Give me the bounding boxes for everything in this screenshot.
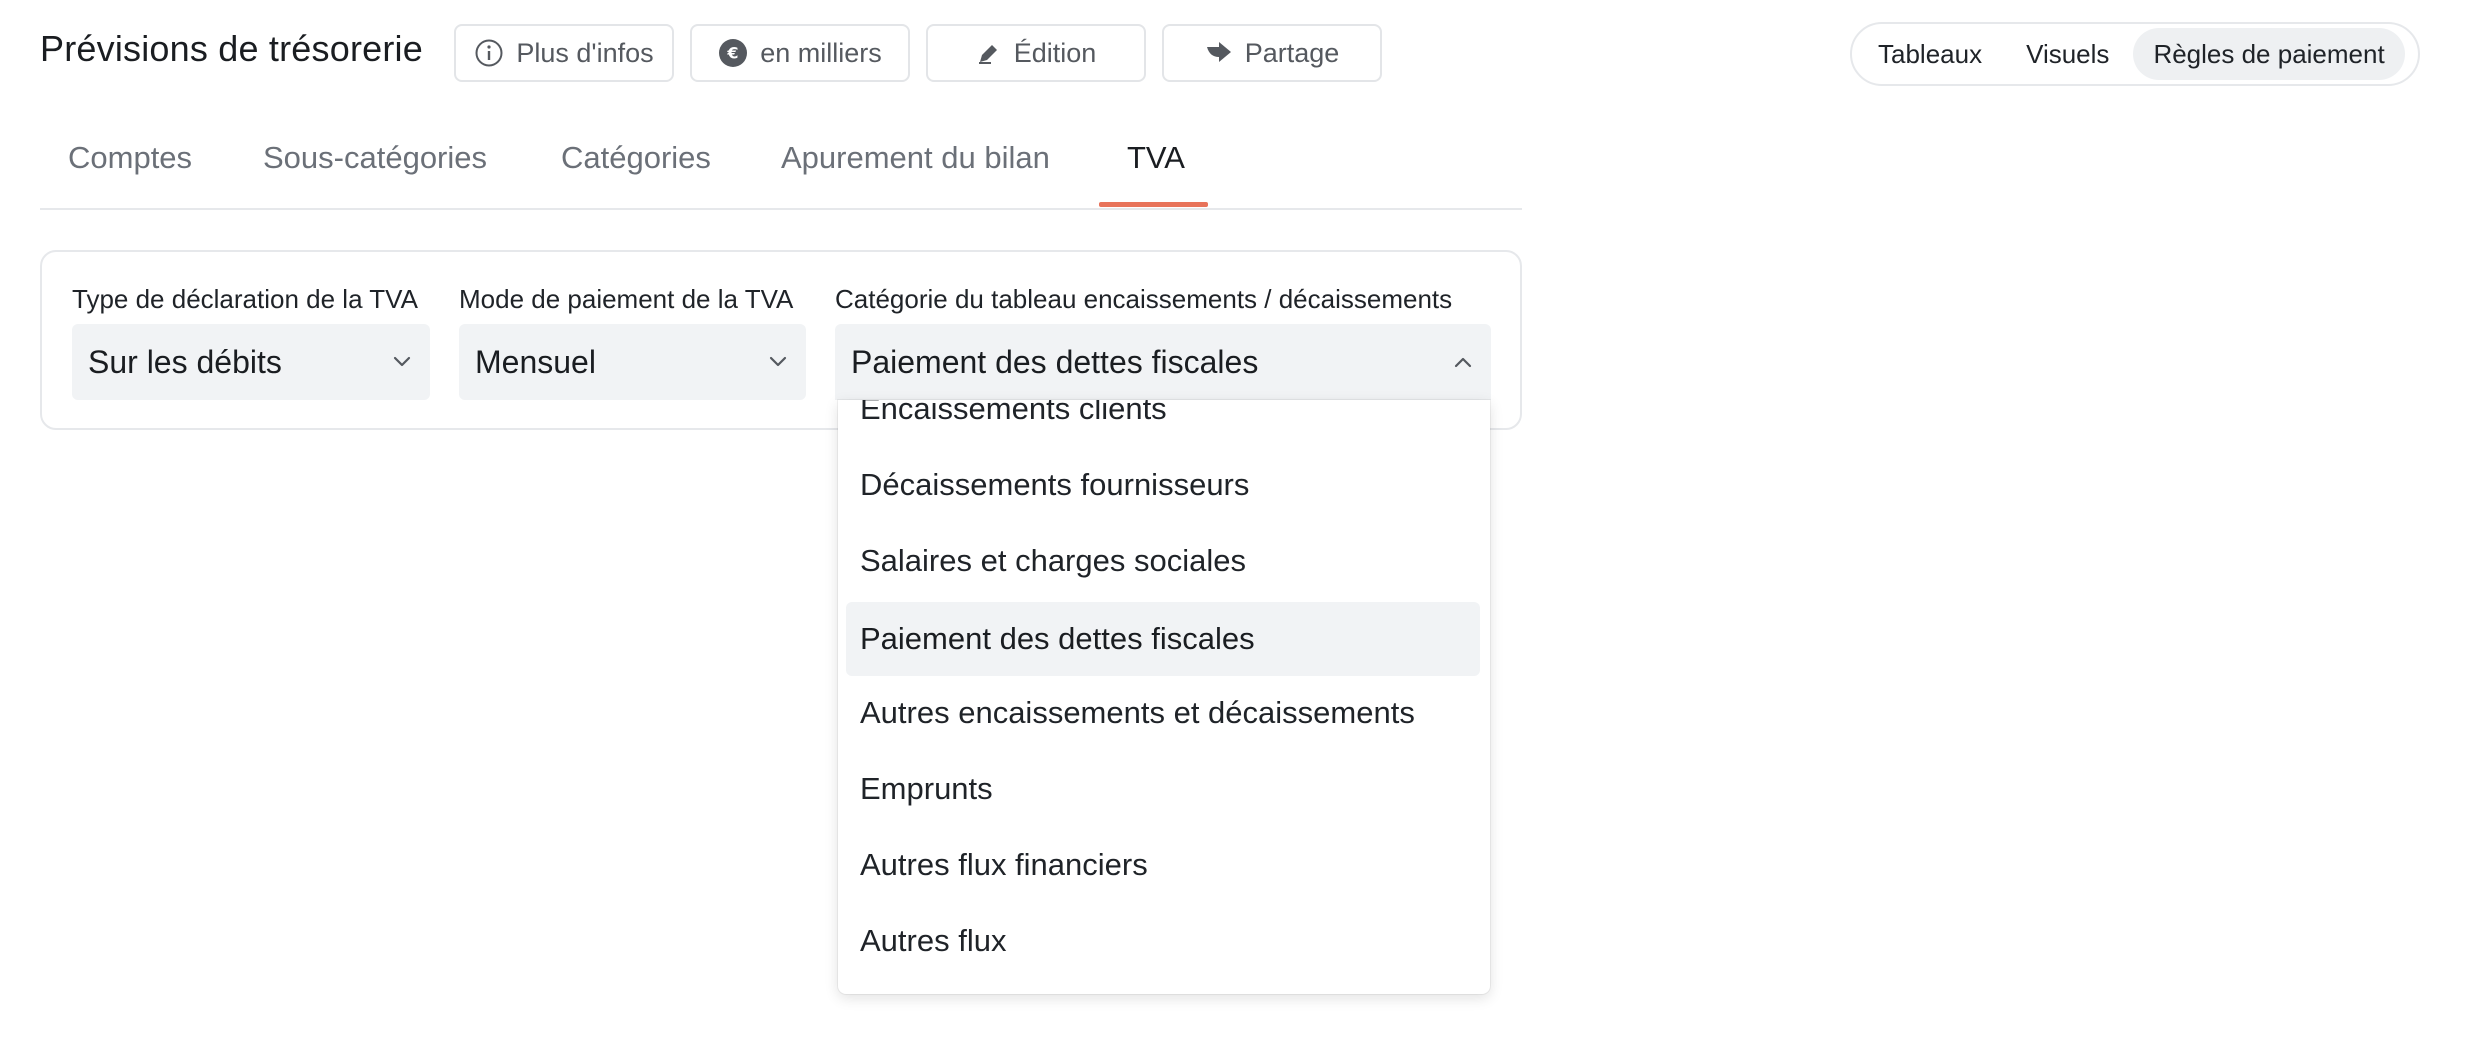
category-label: Catégorie du tableau encaissements / déc… — [835, 284, 1453, 314]
declaration-type-value: Sur les débits — [88, 343, 282, 380]
dropdown-option[interactable]: Emprunts — [846, 752, 1480, 826]
info-button[interactable]: Plus d'infos — [454, 24, 674, 82]
tab-tva[interactable]: TVA — [1127, 140, 1185, 176]
tab-bar: Comptes Sous-catégories Catégories Apure… — [40, 130, 1522, 210]
edit-button-label: Édition — [1013, 37, 1097, 68]
info-button-label: Plus d'infos — [516, 37, 654, 68]
tab-categories[interactable]: Catégories — [561, 140, 711, 176]
page-title: Prévisions de trésorerie — [40, 28, 423, 69]
payment-mode-label: Mode de paiement de la TVA — [459, 284, 794, 314]
dropdown-option[interactable]: Encaissements clients — [846, 400, 1480, 446]
active-tab-indicator — [1099, 202, 1208, 207]
category-value: Paiement des dettes fiscales — [851, 343, 1259, 380]
chevron-up-icon — [1453, 356, 1473, 368]
dropdown-option[interactable]: Autres flux — [846, 904, 1480, 978]
payment-mode-select[interactable]: Mensuel — [459, 324, 806, 400]
view-option-tableaux[interactable]: Tableaux — [1858, 28, 2002, 80]
payment-mode-value: Mensuel — [475, 343, 596, 380]
chevron-down-icon — [768, 356, 788, 368]
pen-icon — [976, 40, 1002, 66]
units-button-label: en milliers — [760, 37, 882, 68]
dropdown-option[interactable]: Autres flux financiers — [846, 828, 1480, 902]
view-option-regles-de-paiement[interactable]: Règles de paiement — [2133, 28, 2405, 80]
units-button[interactable]: € en milliers — [690, 24, 910, 82]
declaration-type-label: Type de déclaration de la TVA — [72, 284, 418, 314]
dropdown-option[interactable]: Autres encaissements et décaissements — [846, 676, 1480, 750]
dropdown-option[interactable]: Salaires et charges sociales — [846, 524, 1480, 598]
share-button[interactable]: Partage — [1162, 24, 1382, 82]
tab-sous-categories[interactable]: Sous-catégories — [263, 140, 487, 176]
share-arrow-icon — [1205, 40, 1233, 66]
edit-button[interactable]: Édition — [926, 24, 1146, 82]
category-dropdown-list: Encaissements clients Décaissements four… — [838, 400, 1490, 994]
tab-apurement-du-bilan[interactable]: Apurement du bilan — [781, 140, 1050, 176]
svg-text:€: € — [727, 44, 739, 63]
declaration-type-select[interactable]: Sur les débits — [72, 324, 430, 400]
category-select[interactable]: Paiement des dettes fiscales — [835, 324, 1491, 400]
info-icon — [474, 38, 504, 68]
euro-icon: € — [718, 38, 748, 68]
view-switcher: Tableaux Visuels Règles de paiement — [1850, 22, 2420, 86]
dropdown-option[interactable]: Décaissements fournisseurs — [846, 448, 1480, 522]
share-button-label: Partage — [1244, 37, 1340, 68]
chevron-down-icon — [392, 356, 412, 368]
tab-comptes[interactable]: Comptes — [68, 140, 192, 176]
dropdown-option-selected[interactable]: Paiement des dettes fiscales — [846, 602, 1480, 676]
view-option-visuels[interactable]: Visuels — [2006, 28, 2129, 80]
